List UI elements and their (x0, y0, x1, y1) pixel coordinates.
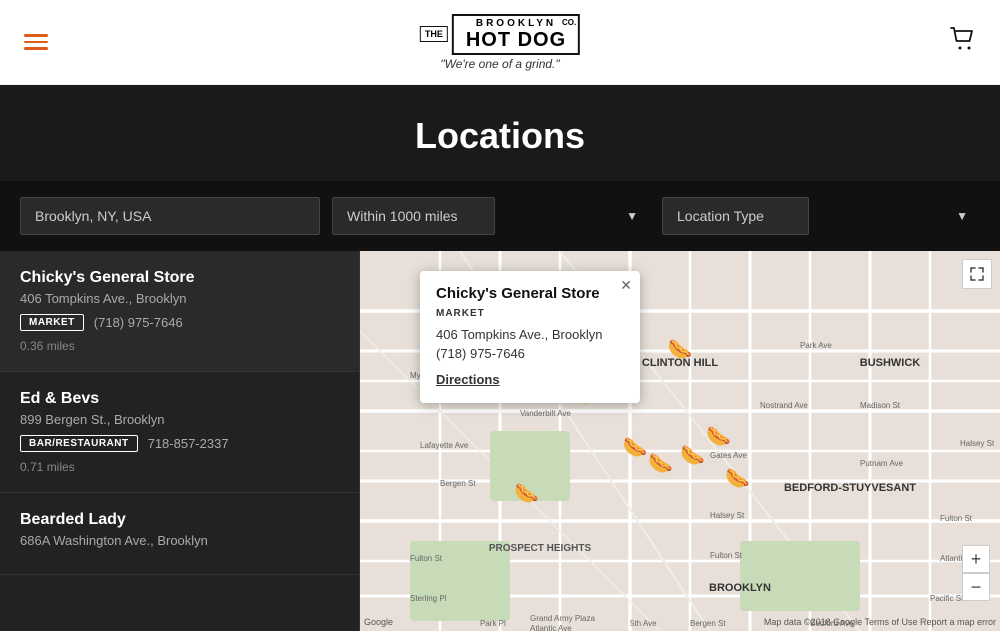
list-item[interactable]: Ed & Bevs 899 Bergen St., Brooklyn Bar/R… (0, 372, 359, 493)
svg-text:BUSHWICK: BUSHWICK (860, 357, 921, 369)
svg-text:PROSPECT HEIGHTS: PROSPECT HEIGHTS (489, 543, 592, 554)
radius-select[interactable]: Within 1000 miles Within 500 miles Withi… (332, 197, 495, 235)
map-marker[interactable]: 🌭 (623, 432, 647, 464)
site-logo: THE BROOKLYN HOT DOG CO. "We're one of a… (420, 14, 580, 71)
map-marker[interactable]: 🌭 (649, 447, 673, 479)
map-marker[interactable]: 🌭 (726, 462, 750, 494)
header: THE BROOKLYN HOT DOG CO. "We're one of a… (0, 0, 1000, 85)
svg-text:Atlantic Ave: Atlantic Ave (530, 624, 572, 631)
svg-text:Bergen St: Bergen St (440, 479, 476, 488)
type-select-arrow: ▼ (956, 209, 968, 223)
svg-text:Putnam Ave: Putnam Ave (860, 459, 904, 468)
hamburger-menu[interactable] (24, 34, 48, 50)
logo-brooklyn: BROOKLYN (466, 18, 566, 29)
popup-location-phone: (718) 975-7646 (436, 346, 624, 361)
radius-select-arrow: ▼ (626, 209, 638, 223)
svg-text:Halsey St: Halsey St (960, 439, 995, 448)
zoom-out-button[interactable]: − (962, 573, 990, 601)
location-tags: Bar/Restaurant 718-857-2337 (20, 435, 339, 452)
type-select-wrapper: Location Type Market Bar/Restaurant Food… (662, 197, 980, 235)
svg-text:Park Ave: Park Ave (800, 341, 832, 350)
location-phone: 718-857-2337 (148, 436, 229, 451)
expand-icon (970, 267, 984, 281)
location-distance: 0.36 miles (20, 339, 339, 353)
svg-text:Pacific St: Pacific St (930, 594, 964, 603)
svg-text:Madison St: Madison St (860, 401, 901, 410)
location-address: 686A Washington Ave., Brooklyn (20, 533, 339, 548)
cart-button[interactable] (950, 26, 976, 58)
map-popup: ✕ Chicky's General Store MARKET 406 Tomp… (420, 271, 640, 403)
logo-co: CO. (562, 18, 576, 27)
svg-text:BROOKLYN: BROOKLYN (709, 582, 771, 594)
logo-tagline: "We're one of a grind." (420, 57, 580, 71)
svg-text:Bergen St: Bergen St (690, 619, 726, 628)
hamburger-line-1 (24, 34, 48, 37)
location-address: 406 Tompkins Ave., Brooklyn (20, 291, 339, 306)
popup-location-address: 406 Tompkins Ave., Brooklyn (436, 327, 624, 342)
map-area: CLINTON HILL BUSHWICK BEDFORD-STUYVESANT… (360, 251, 1000, 631)
search-bar: Within 1000 miles Within 500 miles Withi… (0, 181, 1000, 251)
hamburger-line-2 (24, 41, 48, 44)
svg-text:Grand Army Plaza: Grand Army Plaza (530, 614, 595, 623)
location-name: Ed & Bevs (20, 390, 339, 408)
location-name: Bearded Lady (20, 511, 339, 529)
popup-directions-link[interactable]: Directions (436, 372, 500, 387)
svg-text:Halsey St: Halsey St (710, 511, 745, 520)
location-tag: Bar/Restaurant (20, 435, 138, 452)
location-phone: (718) 975-7646 (94, 315, 183, 330)
svg-text:Vanderbilt Ave: Vanderbilt Ave (520, 409, 571, 418)
svg-text:Sterling Pl: Sterling Pl (410, 594, 447, 603)
svg-text:Fulton St: Fulton St (710, 551, 743, 560)
location-tags: Market (718) 975-7646 (20, 314, 339, 331)
location-tag: Market (20, 314, 84, 331)
svg-text:Park Pl: Park Pl (480, 619, 506, 628)
location-type-select[interactable]: Location Type Market Bar/Restaurant Food… (662, 197, 809, 235)
location-search-input[interactable] (20, 197, 320, 235)
map-google-logo: Google (364, 617, 393, 627)
location-distance: 0.71 miles (20, 460, 339, 474)
list-item[interactable]: Chicky's General Store 406 Tompkins Ave.… (0, 251, 359, 372)
hamburger-line-3 (24, 47, 48, 50)
popup-location-type: MARKET (436, 308, 624, 319)
location-list: Chicky's General Store 406 Tompkins Ave.… (0, 251, 360, 631)
svg-text:5th Ave: 5th Ave (630, 619, 657, 628)
logo-hotdog: HOT DOG (466, 29, 566, 51)
svg-text:Nostrand Ave: Nostrand Ave (760, 401, 808, 410)
map-marker[interactable]: 🌭 (668, 333, 692, 365)
map-marker[interactable]: 🌭 (681, 439, 705, 471)
page-title: Locations (0, 115, 1000, 157)
popup-close-button[interactable]: ✕ (620, 277, 632, 294)
list-item[interactable]: Bearded Lady 686A Washington Ave., Brook… (0, 493, 359, 575)
location-address: 899 Bergen St., Brooklyn (20, 412, 339, 427)
main-content: Chicky's General Store 406 Tompkins Ave.… (0, 251, 1000, 631)
map-marker[interactable]: 🌭 (514, 477, 538, 509)
zoom-in-button[interactable]: + (962, 545, 990, 573)
logo-the: THE (420, 26, 448, 42)
map-marker[interactable]: 🌭 (706, 420, 730, 452)
map-zoom-controls: + − (962, 545, 990, 601)
location-name: Chicky's General Store (20, 269, 339, 287)
map-expand-button[interactable] (962, 259, 992, 289)
svg-text:Lafayette Ave: Lafayette Ave (420, 441, 469, 450)
svg-text:BEDFORD-STUYVESANT: BEDFORD-STUYVESANT (784, 482, 916, 494)
cart-icon (950, 26, 976, 52)
map-attribution: Map data ©2018 Google Terms of Use Repor… (764, 617, 996, 627)
radius-select-wrapper: Within 1000 miles Within 500 miles Withi… (332, 197, 650, 235)
svg-text:Fulton St: Fulton St (410, 554, 443, 563)
svg-text:Fulton St: Fulton St (940, 514, 973, 523)
page-title-section: Locations (0, 85, 1000, 181)
popup-location-name: Chicky's General Store (436, 285, 624, 302)
